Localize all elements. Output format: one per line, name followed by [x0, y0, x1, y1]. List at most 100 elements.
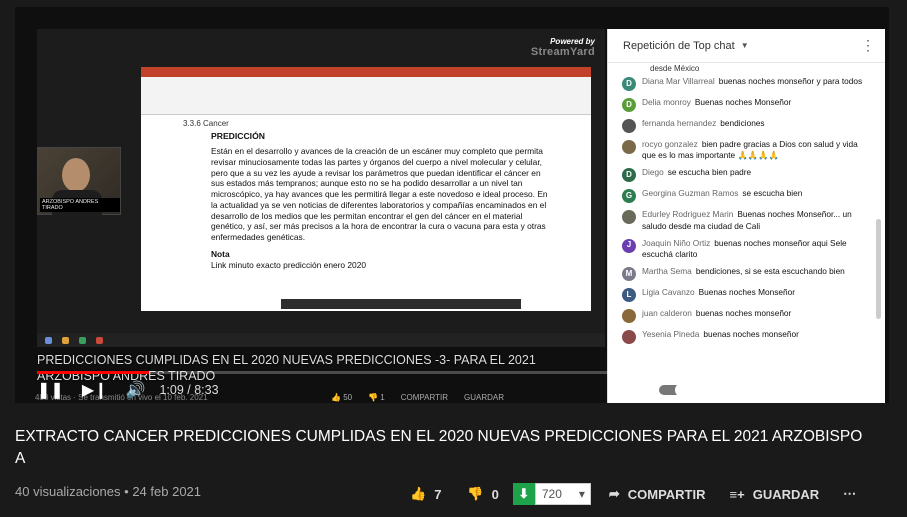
chat-title: Repetición de Top chat	[623, 39, 735, 52]
thumbs-up-icon: 👍	[410, 486, 427, 501]
document-section: 3.3.6 Cancer	[183, 119, 229, 128]
windows-taskbar	[37, 333, 605, 347]
chat-author[interactable]: Martha Sema	[642, 266, 692, 276]
chat-author[interactable]: Joaquin Niño Ortiz	[642, 238, 710, 248]
avatar[interactable]	[622, 140, 636, 154]
avatar[interactable]: D	[622, 77, 636, 91]
save-label: GUARDAR	[752, 486, 820, 502]
more-actions-icon[interactable]: ⋯	[843, 486, 856, 502]
chat-panel[interactable]: Repetición de Top chat ▼ ⋮ desde México …	[607, 29, 885, 403]
chat-author[interactable]: Diego	[642, 167, 664, 177]
chat-author[interactable]: Yesenia Pineda	[642, 329, 699, 339]
chat-message: D Diana Mar Villarreal buenas noches monse…	[608, 73, 885, 94]
quality-select[interactable]: 720 ▾	[534, 483, 591, 505]
avatar[interactable]: L	[622, 288, 636, 303]
chat-message-body: juan calderon buenas noches monseñor	[642, 308, 791, 323]
chat-message: rocyo gonzalez bien padre gracias a Dios …	[608, 136, 885, 164]
chat-message-body: Joaquin Niño Ortiz buenas noches monseñor…	[642, 238, 865, 260]
chat-message: juan calderon buenas noches monseñor	[608, 305, 885, 326]
save-button[interactable]: ≡+ GUARDAR	[730, 487, 820, 502]
more-options-icon[interactable]: ⋮	[861, 37, 875, 54]
chat-scrollbar[interactable]	[876, 219, 881, 319]
document-page: 3.3.6 Cancer PREDICCIÓN Están en el desa…	[141, 115, 591, 311]
video-frame: 3.3.6 Cancer PREDICCIÓN Están en el desa…	[37, 29, 605, 347]
chat-text: buenas noches monseñor	[703, 329, 799, 340]
share-button[interactable]: ➦ COMPARTIR	[609, 486, 706, 502]
time-display: 1:09 / 8:33	[159, 383, 218, 397]
fullscreen-icon[interactable]: ⛶	[868, 381, 879, 399]
share-label: COMPARTIR	[627, 486, 706, 502]
avatar[interactable]	[622, 210, 636, 225]
webcam-overlay: ARZOBISPO ANDRES TIRADO	[37, 147, 121, 216]
document-body: Están en el desarrollo y avances de la c…	[211, 146, 548, 242]
volume-icon[interactable]: 🔊	[126, 380, 146, 400]
chat-header: Repetición de Top chat ▼ ⋮	[608, 29, 885, 63]
chat-message: D Diego se escucha bien padre	[608, 164, 885, 185]
like-count: 7	[434, 486, 442, 502]
download-arrow-icon[interactable]: ⬇	[512, 483, 535, 505]
avatar[interactable]: J	[622, 238, 636, 253]
chat-message-body: Diego se escucha bien padre	[642, 167, 751, 182]
chat-author[interactable]: Delia monroy	[642, 97, 691, 107]
chat-text: se escucha bien padre	[667, 167, 752, 178]
document-heading: PREDICCIÓN	[211, 131, 265, 141]
time-separator: /	[183, 383, 195, 397]
chat-message-body: Delia monroy Buenas noches Monseñor	[642, 97, 791, 112]
taskbar-app-icon	[45, 336, 52, 344]
streamyard-text: StreamYard	[530, 46, 595, 58]
avatar[interactable]: D	[622, 98, 636, 112]
chat-message: fernanda hernandez bendiciones	[608, 115, 885, 136]
chat-message-body: Martha Sema bendiciones, si se esta escuc…	[642, 266, 845, 281]
avatar[interactable]	[622, 309, 636, 324]
theater-mode-icon[interactable]: ▭	[804, 380, 819, 400]
chat-partial-message: desde México	[650, 64, 700, 73]
chat-text: buenas noches monseñor y para todos	[718, 76, 863, 86]
powered-by-text: Powered by	[550, 37, 595, 46]
avatar[interactable]: D	[622, 168, 636, 183]
document-status-bar	[281, 299, 521, 309]
cast-icon[interactable]: ⎚	[837, 381, 850, 399]
autoplay-toggle[interactable]	[659, 383, 690, 397]
player-controls: ❚❚ ▶❙ 🔊 1:09 / 8:33 ▤ ⚙ ▣ ▭ ⎚ ⛶	[15, 377, 889, 403]
upload-date: 24 feb 2021	[132, 484, 202, 499]
chat-mode-dropdown[interactable]: Repetición de Top chat ▼	[623, 40, 749, 52]
next-icon[interactable]: ▶❙	[82, 380, 108, 400]
subtitles-icon[interactable]: ▤	[705, 380, 720, 400]
share-icon: ➦	[608, 486, 620, 501]
video-title: EXTRACTO CANCER PREDICCIONES CUMPLIDAS E…	[15, 428, 863, 468]
dislike-button[interactable]: 👎 0	[467, 486, 498, 502]
taskbar-app-icon	[62, 336, 69, 344]
chat-author[interactable]: juan calderon	[642, 308, 692, 318]
view-count: 40 visualizaciones	[15, 484, 121, 499]
avatar[interactable]	[622, 119, 636, 133]
avatar[interactable]: G	[622, 189, 636, 204]
avatar[interactable]	[622, 330, 636, 345]
document-note-heading: Nota	[211, 248, 230, 259]
chat-text: se escucha bien	[742, 188, 803, 199]
video-player[interactable]: 3.3.6 Cancer PREDICCIÓN Están en el desa…	[15, 7, 889, 403]
caret-down-icon: ▼	[740, 41, 749, 50]
chat-author[interactable]: Diana Mar Villarreal	[642, 76, 715, 86]
chat-messages[interactable]: desde México D Diana Mar Villarreal buenas…	[608, 63, 885, 403]
settings-gear-icon[interactable]: ⚙	[738, 380, 752, 400]
ribbon-bar	[141, 67, 591, 77]
taskbar-app-icon	[79, 336, 86, 344]
chat-author[interactable]: fernanda hernandez	[642, 118, 716, 128]
chat-author[interactable]: Ligia Cavanzo	[642, 287, 695, 297]
chat-message: Yesenia Pineda buenas noches monseñor	[608, 326, 885, 347]
chat-message: Edurley Rodriguez Marin Buenas noches Mon…	[608, 206, 885, 234]
chat-message: G Georgina Guzman Ramos se escucha bien	[608, 185, 885, 206]
pause-icon[interactable]: ❚❚	[37, 380, 64, 400]
time-total: 8:33	[194, 383, 219, 397]
document-note-text: Link minuto exacto predicción enero 2020	[211, 259, 367, 270]
chat-message: J Joaquin Niño Ortiz buenas noches monseño…	[608, 235, 885, 263]
chat-message: L Ligia Cavanzo Buenas noches Monseñor	[608, 284, 885, 305]
chat-author[interactable]: Georgina Guzman Ramos	[642, 188, 738, 198]
presenter-face	[62, 158, 90, 192]
avatar[interactable]: M	[622, 267, 636, 282]
chat-author[interactable]: Edurley Rodriguez Marin	[642, 209, 733, 219]
miniplayer-icon[interactable]: ▣	[771, 380, 786, 400]
chat-author[interactable]: rocyo gonzalez	[642, 139, 698, 149]
like-button[interactable]: 👍 7	[410, 486, 441, 502]
progress-bar[interactable]	[37, 371, 869, 374]
